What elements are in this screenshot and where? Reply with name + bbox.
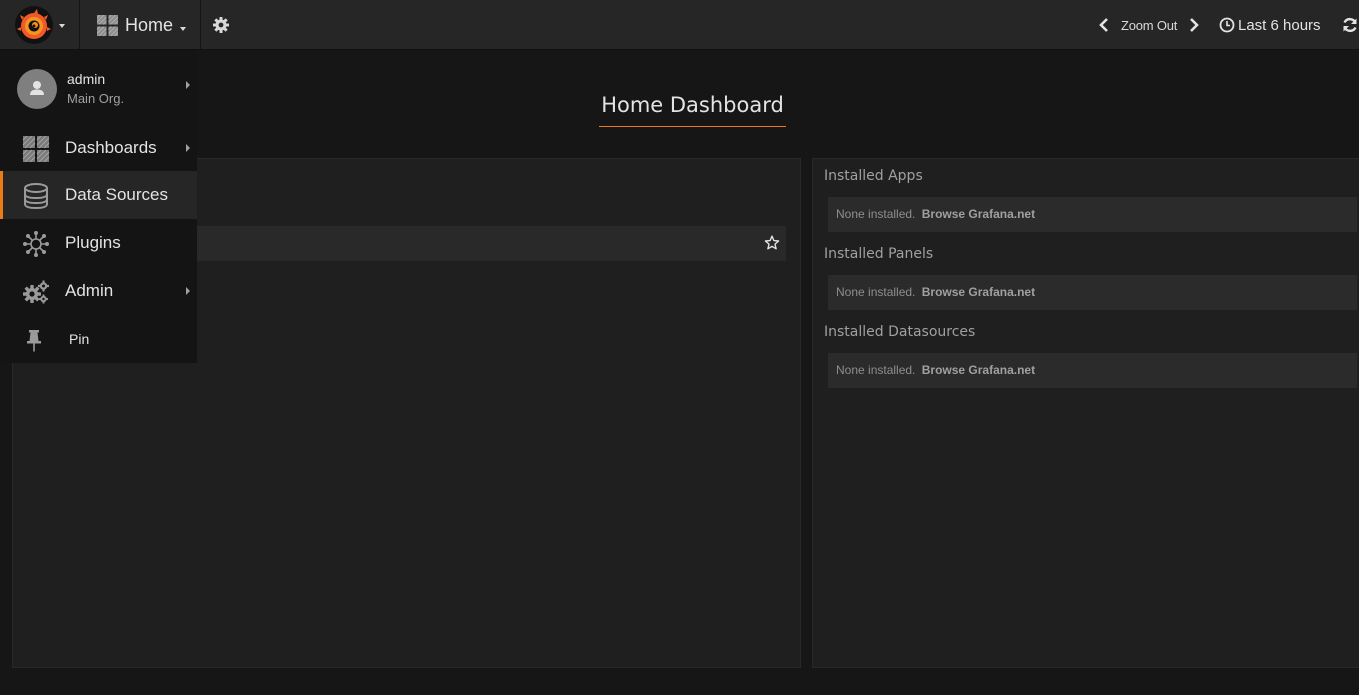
logo-caret-icon [59,24,65,28]
chevron-right-icon [186,287,190,295]
plugin-list-panel: Installed Apps None installed. Browse Gr… [812,158,1359,668]
grafana-logo-menu-button[interactable] [0,0,80,50]
none-installed-text: None installed. [836,363,916,377]
installed-datasources-title: Installed Datasources [824,324,976,340]
time-shift-forward-chevron-icon[interactable] [1188,17,1200,33]
browse-grafana-net-link[interactable]: Browse Grafana.net [922,363,1035,377]
installed-apps-row: None installed. Browse Grafana.net [828,197,1357,232]
user-profile-menu[interactable]: admin Main Org. [0,50,197,124]
none-installed-text: None installed. [836,285,916,299]
installed-panels-title: Installed Panels [824,246,934,262]
plugins-icon [23,231,49,257]
sidebar-item-data-sources[interactable]: Data Sources [0,171,197,219]
cogs-icon [23,280,49,304]
pin-icon [27,330,41,352]
grafana-logo-icon [15,6,53,44]
time-range-label: Last 6 hours [1238,17,1321,34]
top-navbar: Home Zoom Out Last 6 hours [0,0,1359,50]
home-label: Home [125,15,174,35]
user-icon [30,81,44,95]
avatar [17,69,57,109]
time-shift-back-chevron-icon[interactable] [1098,17,1110,33]
sidebar-item-label: Data Sources [65,185,168,204]
side-menu: admin Main Org. Dashboards Data Sources [0,50,197,363]
browse-grafana-net-link[interactable]: Browse Grafana.net [922,285,1035,299]
chevron-right-icon [186,144,190,152]
none-installed-text: None installed. [836,207,916,221]
zoom-out-button[interactable]: Zoom Out [1121,18,1177,33]
sidebar-item-dashboards[interactable]: Dashboards [0,124,197,172]
installed-apps-title: Installed Apps [824,168,923,184]
chevron-right-icon [186,81,190,89]
database-icon [24,183,48,209]
dashboard-title: Home Dashboard [599,93,786,127]
sidebar-item-label: Admin [65,281,114,300]
sidebar-item-admin[interactable]: Admin [0,267,197,315]
home-caret-icon [180,27,186,31]
clock-icon [1219,17,1235,33]
user-name: admin [67,71,106,87]
dashboard-settings-gear-icon[interactable] [212,16,230,34]
sidebar-item-label: Pin [69,331,90,347]
sidebar-item-plugins[interactable]: Plugins [0,219,197,267]
refresh-icon[interactable] [1341,17,1359,33]
installed-panels-row: None installed. Browse Grafana.net [828,275,1357,310]
installed-datasources-row: None installed. Browse Grafana.net [828,353,1357,388]
sidebar-item-label: Dashboards [65,138,157,157]
home-dashboard-picker[interactable]: Home [81,0,201,50]
dashboards-grid-icon [22,136,50,162]
sidebar-item-pin[interactable]: Pin [0,315,197,363]
dashboards-grid-icon [97,15,118,36]
sidebar-item-label: Plugins [65,233,121,252]
star-icon[interactable] [764,235,780,251]
browse-grafana-net-link[interactable]: Browse Grafana.net [922,207,1035,221]
org-name: Main Org. [67,91,125,106]
